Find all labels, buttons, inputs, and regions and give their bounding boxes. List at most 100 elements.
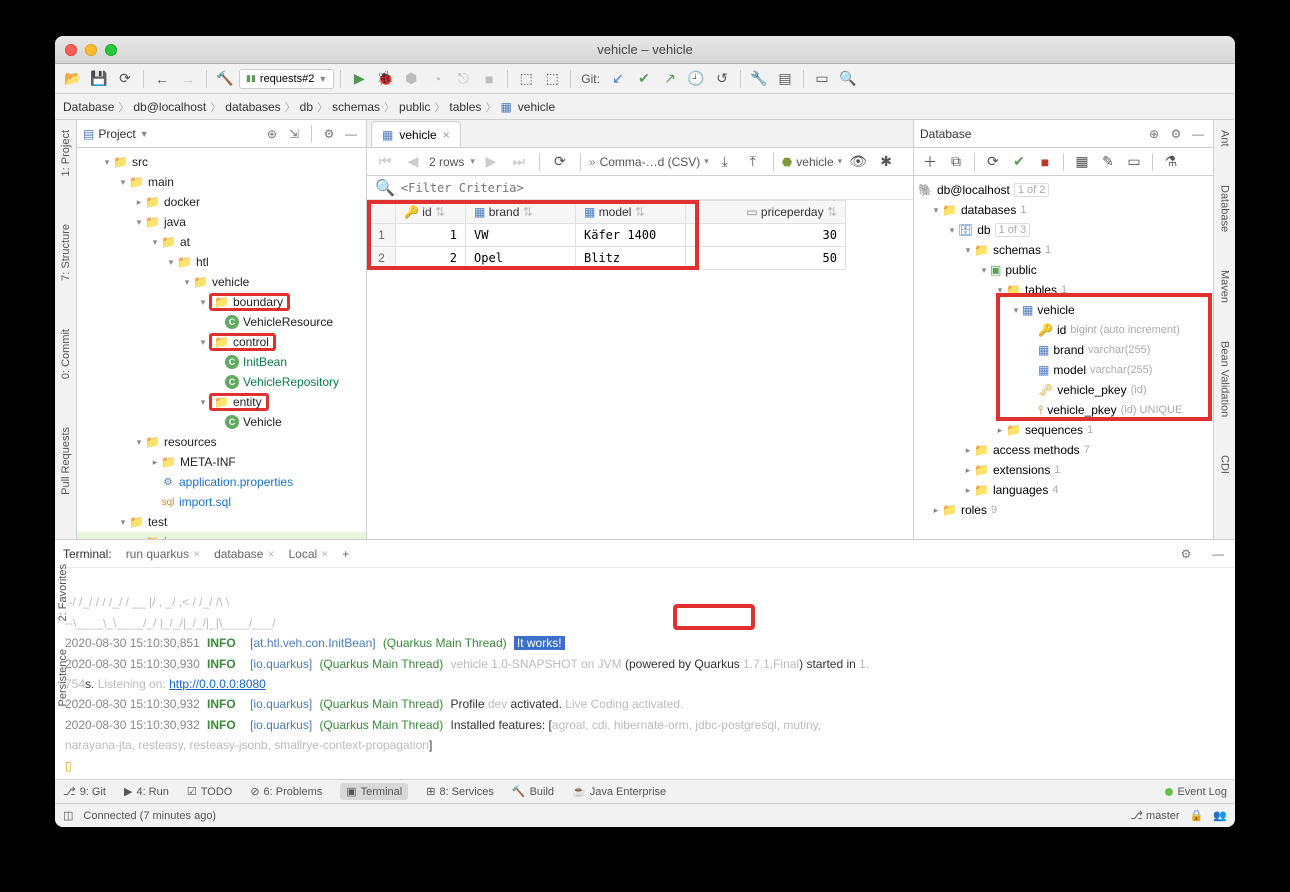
- tw-todo[interactable]: ☑ TODO: [187, 785, 232, 798]
- tab-structure[interactable]: 7: Structure: [58, 220, 74, 285]
- tw-event-log[interactable]: Event Log: [1165, 786, 1227, 798]
- back-icon[interactable]: ←: [150, 67, 174, 91]
- close-window-button[interactable]: [65, 44, 77, 56]
- query-icon[interactable]: ▭: [1122, 150, 1146, 174]
- project-tree[interactable]: ▾📁src ▾📁main ▸📁docker ▾📁java ▾📁at ▾📁htl …: [77, 148, 366, 539]
- run-icon[interactable]: ▶: [347, 67, 371, 91]
- run-config-dropdown[interactable]: ▮▮ requests#2 ▼: [239, 69, 334, 89]
- breadcrumb-item[interactable]: schemas: [332, 100, 380, 114]
- vcs-history-icon[interactable]: 🕘: [684, 67, 708, 91]
- git-branch[interactable]: ⎇ master: [1130, 809, 1179, 822]
- new-terminal-tab[interactable]: +: [342, 547, 349, 561]
- presentation-icon[interactable]: ▭: [810, 67, 834, 91]
- filter-icon[interactable]: ⚗: [1159, 150, 1183, 174]
- rollback-db-icon[interactable]: ■: [1033, 150, 1057, 174]
- refresh-db-icon[interactable]: ⟳: [981, 150, 1005, 174]
- open-icon[interactable]: 📂: [61, 67, 85, 91]
- tw-problems[interactable]: ⊘ 6: Problems: [250, 785, 322, 798]
- gear-icon[interactable]: ⚙: [1177, 545, 1195, 563]
- vcs-update-icon[interactable]: ↙: [606, 67, 630, 91]
- tw-services[interactable]: ⊞ 8: Services: [426, 785, 494, 798]
- tw-git[interactable]: ⎇ 9: Git: [63, 785, 106, 798]
- minimize-window-button[interactable]: [85, 44, 97, 56]
- breadcrumb-item[interactable]: vehicle: [518, 100, 555, 114]
- breadcrumb-item[interactable]: databases: [225, 100, 280, 114]
- last-page-icon[interactable]: ⏭: [507, 150, 531, 174]
- tab-favorites[interactable]: 2: Favorites: [55, 560, 71, 625]
- vcs-rollback-icon[interactable]: ↺: [710, 67, 734, 91]
- breadcrumb-item[interactable]: db: [300, 100, 313, 114]
- hide-icon[interactable]: —: [1209, 545, 1227, 563]
- breadcrumb-item[interactable]: public: [399, 100, 430, 114]
- vcs-commit-icon[interactable]: ✔: [632, 67, 656, 91]
- tab-persistence[interactable]: Persistence: [55, 645, 71, 710]
- hide-icon[interactable]: —: [1189, 125, 1207, 143]
- eye-icon[interactable]: 👁: [846, 150, 870, 174]
- tab-cdi[interactable]: CDI: [1217, 451, 1233, 478]
- wrench-icon[interactable]: 🔧: [747, 67, 771, 91]
- duplicate-icon[interactable]: ⧉: [944, 150, 968, 174]
- format-dropdown[interactable]: Comma-…d (CSV): [600, 155, 701, 169]
- terminal-tab[interactable]: Local×: [288, 547, 328, 561]
- expand-all-icon[interactable]: ⇲: [285, 125, 303, 143]
- table-view-icon[interactable]: ▦: [1070, 150, 1094, 174]
- edit-icon[interactable]: ✎: [1096, 150, 1120, 174]
- import-icon[interactable]: ⤒: [741, 150, 765, 174]
- commit-db-icon[interactable]: ✔: [1007, 150, 1031, 174]
- vcs-push-icon[interactable]: ↗: [658, 67, 682, 91]
- server-url-link[interactable]: http://0.0.0.0:8080: [169, 677, 266, 691]
- export-icon[interactable]: ⤓: [713, 150, 737, 174]
- table-row[interactable]: 1 1 VW Käfer 1400 30: [368, 224, 846, 247]
- terminal-output[interactable]: -/ /_/ / / /_/ / __ |/ , _/ ,< / /_/ /\ …: [55, 568, 1235, 779]
- breadcrumb-item[interactable]: Database: [63, 100, 114, 114]
- tw-java-enterprise[interactable]: ☕ Java Enterprise: [572, 785, 666, 798]
- filter-input[interactable]: [401, 181, 905, 195]
- tab-commit[interactable]: 0: Commit: [58, 325, 74, 383]
- breadcrumb-item[interactable]: db@localhost: [133, 100, 206, 114]
- data-grid[interactable]: 🔑 id ⇅ ▦ brand ⇅ ▦ model ⇅ ▭ priceperday…: [367, 200, 913, 539]
- tab-database[interactable]: Database: [1217, 181, 1233, 236]
- settings-icon[interactable]: ✱: [874, 150, 898, 174]
- tab-project[interactable]: 1: Project: [58, 126, 74, 180]
- select-opened-icon[interactable]: ⊕: [263, 125, 281, 143]
- lock-icon[interactable]: 🔒: [1190, 809, 1204, 822]
- terminal-tab[interactable]: database×: [214, 547, 274, 561]
- first-page-icon[interactable]: ⏮: [373, 150, 397, 174]
- debug-icon[interactable]: 🐞: [373, 67, 397, 91]
- attach-icon[interactable]: ⎋: [451, 67, 475, 91]
- gear-icon[interactable]: ⚙: [320, 125, 338, 143]
- table-row[interactable]: 2 2 Opel Blitz 50: [368, 247, 846, 270]
- profile-icon[interactable]: ◔: [425, 67, 449, 91]
- people-icon[interactable]: 👥: [1213, 809, 1227, 822]
- save-icon[interactable]: 💾: [87, 67, 111, 91]
- entity-folder[interactable]: 📁entity: [209, 393, 269, 411]
- layout-icon[interactable]: ⬚: [540, 67, 564, 91]
- editor-tab-vehicle[interactable]: ▦ vehicle ×: [371, 121, 461, 147]
- search-everywhere-icon[interactable]: 🔍: [836, 67, 860, 91]
- stop-icon[interactable]: ■: [477, 67, 501, 91]
- reload-icon[interactable]: ⟳: [548, 150, 572, 174]
- tab-ant[interactable]: Ant: [1217, 126, 1233, 151]
- more-actions-icon[interactable]: ⬚: [514, 67, 538, 91]
- control-folder[interactable]: 📁control: [209, 333, 276, 351]
- next-page-icon[interactable]: ▶: [479, 150, 503, 174]
- rows-count[interactable]: 2 rows: [429, 155, 464, 169]
- gear-icon[interactable]: ⚙: [1167, 125, 1185, 143]
- project-structure-icon[interactable]: ▤: [773, 67, 797, 91]
- tw-run[interactable]: ▶ 4: Run: [124, 785, 169, 798]
- tw-terminal[interactable]: ▣ Terminal: [340, 783, 408, 800]
- hide-icon[interactable]: —: [342, 125, 360, 143]
- new-icon[interactable]: ＋: [918, 150, 942, 174]
- tw-build[interactable]: 🔨 Build: [512, 785, 554, 798]
- tab-bean-validation[interactable]: Bean Validation: [1217, 337, 1233, 421]
- add-datasource-icon[interactable]: ⊕: [1145, 125, 1163, 143]
- build-icon[interactable]: 🔨: [213, 67, 237, 91]
- boundary-folder[interactable]: 📁boundary: [209, 293, 290, 311]
- database-tree[interactable]: 🐘db@localhost1 of 2 ▾📁databases1 ▾🗄db1 o…: [914, 176, 1213, 539]
- forward-icon[interactable]: →: [176, 67, 200, 91]
- prev-page-icon[interactable]: ◀: [401, 150, 425, 174]
- refresh-icon[interactable]: ⟳: [113, 67, 137, 91]
- tab-maven[interactable]: Maven: [1217, 266, 1233, 307]
- zoom-window-button[interactable]: [105, 44, 117, 56]
- tab-pull-requests[interactable]: Pull Requests: [58, 423, 74, 499]
